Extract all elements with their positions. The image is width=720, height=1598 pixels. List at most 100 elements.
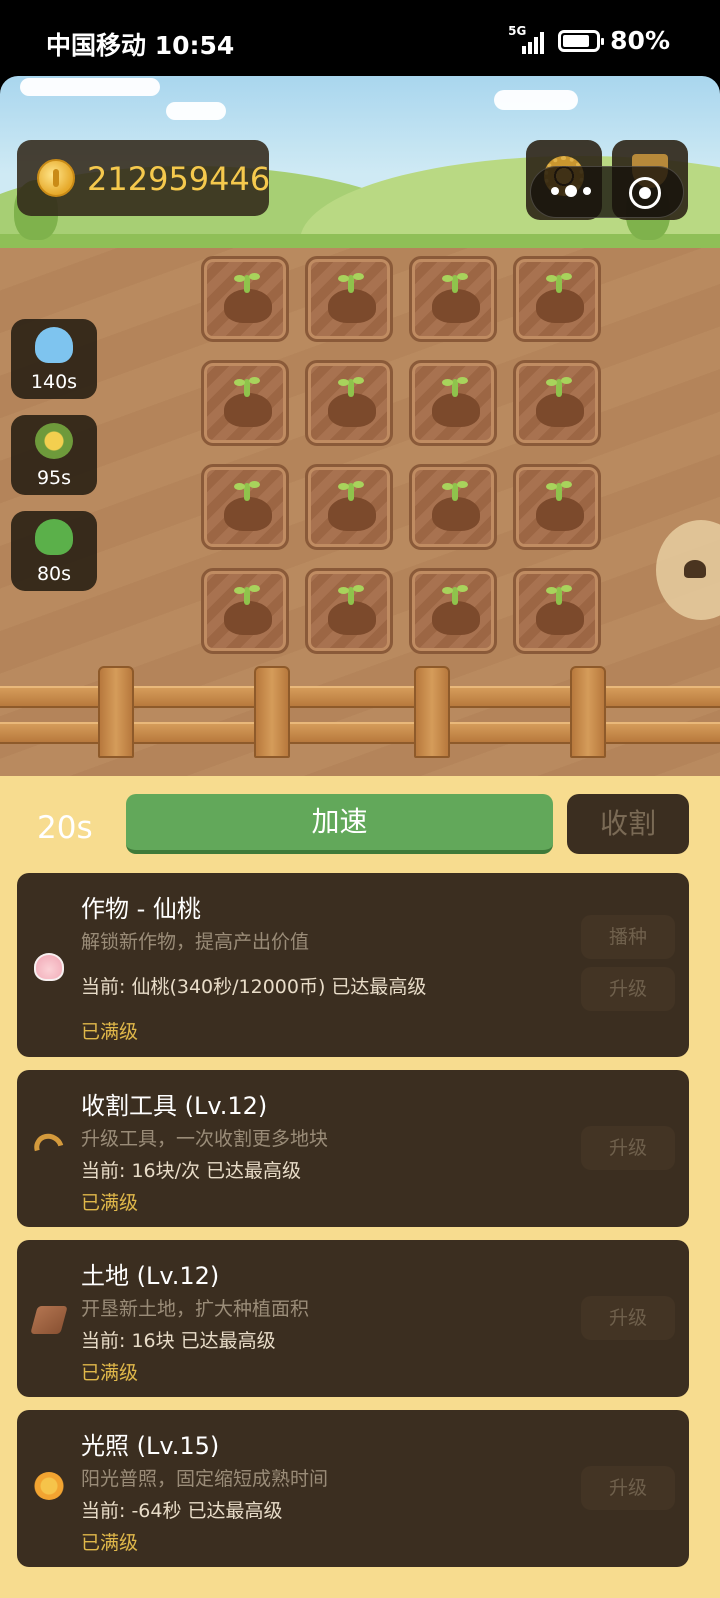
buff-medal[interactable]: 95s [11, 415, 97, 495]
soil-mound [432, 393, 480, 427]
speed-up-button[interactable]: 加速 [126, 794, 553, 854]
upgrade-current: 当前: 16块/次 已达最高级 [81, 1160, 302, 1182]
harvest-timer: 20s [37, 810, 93, 846]
sprout-icon [338, 273, 364, 293]
medal-icon [35, 423, 73, 459]
frog-icon [35, 519, 73, 555]
soil-mound [328, 601, 376, 635]
upgrade-button[interactable]: 升级 [581, 967, 675, 1011]
farm-plot[interactable] [305, 256, 393, 342]
soil-mound [536, 393, 584, 427]
upgrade-panel: 20s 加速 收割 作物 - 仙桃 解锁新作物，提高产出价值 当前: 仙桃(34… [0, 776, 720, 1598]
soil-mound [432, 601, 480, 635]
upgrade-current: 当前: -64秒 已达最高级 [81, 1500, 283, 1522]
sprout-icon [546, 377, 572, 397]
upgrade-card-crop: 作物 - 仙桃 解锁新作物，提高产出价值 当前: 仙桃(340秒/12000币)… [17, 873, 689, 1057]
upgrade-title: 光照 (Lv.15) [81, 1432, 220, 1460]
farm-plot[interactable] [513, 256, 601, 342]
coin-amount: 212959446 [87, 160, 271, 198]
upgrade-status: 已满级 [81, 1532, 139, 1554]
sprout-icon [234, 481, 260, 501]
upgrade-card-sunlight: 光照 (Lv.15) 阳光普照，固定缩短成熟时间 当前: -64秒 已达最高级 … [17, 1410, 689, 1567]
sprout-icon [442, 481, 468, 501]
farm-plot[interactable] [305, 360, 393, 446]
farm-plot[interactable] [513, 464, 601, 550]
soil-mound [224, 289, 272, 323]
battery-icon [558, 29, 605, 52]
plot-grid [201, 256, 605, 654]
status-bar: 中国移动 10:54 5G 80% [0, 0, 720, 76]
cloud-decoration [166, 102, 226, 120]
sickle-icon [29, 1128, 69, 1168]
farm-plot[interactable] [201, 568, 289, 654]
soil-mound [224, 601, 272, 635]
soil-mound [328, 289, 376, 323]
sprout-icon [234, 377, 260, 397]
buff-frog[interactable]: 80s [11, 511, 97, 591]
farm-plot[interactable] [201, 464, 289, 550]
soil-mound [328, 497, 376, 531]
sow-button[interactable]: 播种 [581, 915, 675, 959]
farm-plot[interactable] [409, 464, 497, 550]
farm-plot[interactable] [305, 464, 393, 550]
sprout-icon [546, 273, 572, 293]
farm-plot[interactable] [513, 360, 601, 446]
soil-mound [536, 497, 584, 531]
sprout-icon [338, 481, 364, 501]
upgrade-title: 收割工具 (Lv.12) [81, 1092, 268, 1120]
sun-icon [34, 1472, 64, 1500]
upgrade-button[interactable]: 升级 [581, 1296, 675, 1340]
sprout-icon [338, 377, 364, 397]
sprout-icon [234, 585, 260, 605]
soil-mound [432, 497, 480, 531]
buff-timer: 140s [30, 371, 78, 393]
sprout-icon [442, 377, 468, 397]
rain-cloud-icon [35, 327, 73, 363]
farm-plot[interactable] [409, 256, 497, 342]
upgrade-button[interactable]: 升级 [581, 1466, 675, 1510]
signal-icon: 5G [508, 24, 548, 54]
upgrade-desc: 阳光普照，固定缩短成熟时间 [81, 1468, 329, 1490]
soil-mound [224, 497, 272, 531]
hat-icon [684, 560, 706, 578]
upgrade-card-tool: 收割工具 (Lv.12) 升级工具，一次收割更多地块 当前: 16块/次 已达最… [17, 1070, 689, 1227]
peach-icon [34, 953, 64, 981]
cloud-decoration [494, 90, 578, 110]
soil-mound [536, 289, 584, 323]
soil-mound [536, 601, 584, 635]
sprout-icon [442, 585, 468, 605]
upgrade-title: 土地 (Lv.12) [81, 1262, 220, 1290]
upgrade-button[interactable]: 升级 [581, 1126, 675, 1170]
upgrade-title: 作物 - 仙桃 [81, 895, 201, 923]
sprout-icon [546, 585, 572, 605]
battery-percent: 80% [610, 26, 670, 55]
upgrade-status: 已满级 [81, 1192, 139, 1214]
farm-plot[interactable] [305, 568, 393, 654]
coin-balance: 212959446 [17, 140, 271, 216]
cloud-decoration [20, 78, 160, 96]
soil-mound [432, 289, 480, 323]
buff-timer: 80s [36, 563, 72, 585]
fence-decoration [0, 666, 720, 776]
upgrade-status: 已满级 [81, 1362, 139, 1384]
close-miniprogram-icon[interactable] [629, 177, 661, 209]
farm-plot[interactable] [201, 360, 289, 446]
sprout-icon [546, 481, 572, 501]
buff-rain[interactable]: 140s [11, 319, 97, 399]
carrier-time: 中国移动 10:54 [46, 31, 235, 60]
miniprogram-capsule [530, 166, 684, 218]
buff-timer: 95s [36, 467, 72, 489]
farm-plot[interactable] [409, 360, 497, 446]
farm-plot[interactable] [513, 568, 601, 654]
land-icon [30, 1306, 68, 1334]
coin-icon [37, 159, 75, 197]
harvest-button[interactable]: 收割 [567, 794, 689, 854]
farm-plot[interactable] [201, 256, 289, 342]
sprout-icon [442, 273, 468, 293]
farm-plot[interactable] [409, 568, 497, 654]
upgrade-status: 已满级 [81, 1021, 139, 1043]
upgrade-current: 当前: 16块 已达最高级 [81, 1330, 276, 1352]
upgrade-desc: 升级工具，一次收割更多地块 [81, 1128, 329, 1150]
upgrade-card-land: 土地 (Lv.12) 开垦新土地，扩大种植面积 当前: 16块 已达最高级 已满… [17, 1240, 689, 1397]
more-options-icon[interactable] [551, 185, 591, 197]
